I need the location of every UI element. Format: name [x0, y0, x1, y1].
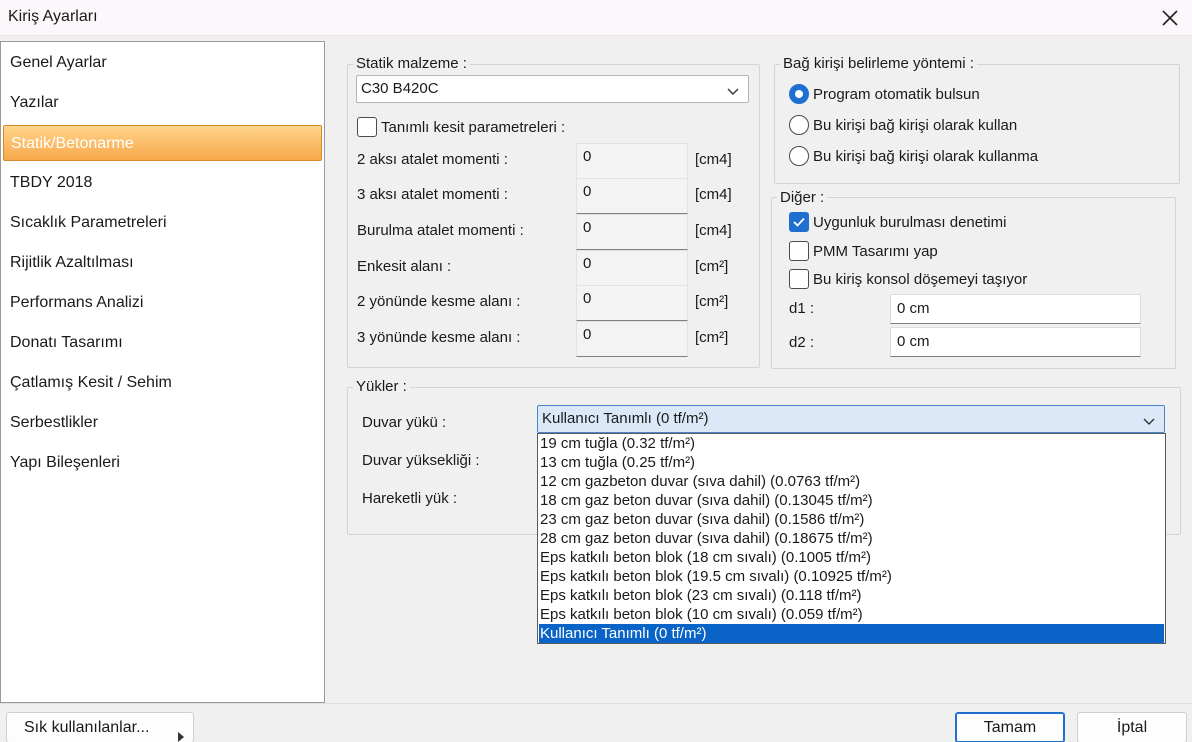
inertia-2-label: 2 aksı atalet momenti :	[357, 151, 508, 168]
footer-divider	[0, 703, 1192, 704]
duvar-yuku-value: Kullanıcı Tanımlı (0 tf/m²)	[542, 410, 709, 427]
uygunluk-burulmasi-checkbox[interactable]	[789, 212, 809, 232]
dropdown-option[interactable]: Eps katkılı beton blok (23 cm sıvalı) (0…	[539, 586, 1164, 605]
duvar-yuku-label: Duvar yükü :	[362, 414, 447, 431]
dropdown-option[interactable]: 12 cm gazbeton duvar (sıva dahil) (0.076…	[539, 472, 1164, 491]
d2-label: d2 :	[789, 334, 815, 351]
sidebar-item-statik-betonarme[interactable]: Statik/Betonarme	[3, 125, 322, 161]
shear-area-3-field[interactable]: 0	[576, 321, 688, 357]
chevron-down-icon	[726, 82, 740, 96]
radio-bag-kirisi-kullan[interactable]	[789, 115, 809, 135]
duvar-yuksekligi-label: Duvar yüksekliği :	[362, 452, 480, 469]
uygunluk-burulmasi-label: Uygunluk burulması denetimi	[813, 214, 1007, 231]
section-area-label: Enkesit alanı :	[357, 258, 452, 275]
statik-malzeme-legend: Statik malzeme :	[353, 55, 470, 72]
window-title: Kiriş Ayarları	[8, 8, 98, 25]
d1-field[interactable]: 0 cm	[890, 294, 1141, 324]
dropdown-option[interactable]: Eps katkılı beton blok (18 cm sıvalı) (0…	[539, 548, 1164, 567]
dropdown-option[interactable]: Eps katkılı beton blok (10 cm sıvalı) (0…	[539, 605, 1164, 624]
sidebar-item-yapi-bilesenleri[interactable]: Yapı Bileşenleri	[3, 445, 322, 481]
inertia-2-unit: [cm4]	[695, 151, 732, 168]
sidebar-item-catlamis-kesit-sehim[interactable]: Çatlamış Kesit / Sehim	[3, 365, 322, 401]
pmm-tasarimi-label: PMM Tasarımı yap	[813, 243, 938, 260]
dropdown-option[interactable]: 19 cm tuğla (0.32 tf/m²)	[539, 434, 1164, 453]
duvar-yuku-select[interactable]: Kullanıcı Tanımlı (0 tf/m²)	[537, 405, 1165, 433]
chevron-right-icon	[177, 723, 185, 742]
dropdown-option[interactable]: 23 cm gaz beton duvar (sıva dahil) (0.15…	[539, 510, 1164, 529]
material-value: C30 B420C	[361, 80, 439, 97]
radio-bag-kirisi-kullanma-label: Bu kirişi bağ kirişi olarak kullanma	[813, 148, 1039, 165]
inertia-2-field[interactable]: 0	[576, 143, 688, 179]
torsion-inertia-field[interactable]: 0	[576, 214, 688, 250]
torsion-inertia-unit: [cm4]	[695, 222, 732, 239]
material-select[interactable]: C30 B420C	[356, 75, 749, 103]
radio-program-otomatik-label: Program otomatik bulsun	[813, 86, 980, 103]
pmm-tasarimi-checkbox[interactable]	[789, 241, 809, 261]
sidebar-item-donati-tasarimi[interactable]: Donatı Tasarımı	[3, 325, 322, 361]
section-area-unit: [cm²]	[695, 258, 729, 275]
inertia-3-field[interactable]: 0	[576, 178, 688, 214]
dropdown-option[interactable]: Eps katkılı beton blok (19.5 cm sıvalı) …	[539, 567, 1164, 586]
shear-area-2-field[interactable]: 0	[576, 285, 688, 321]
shear-area-2-unit: [cm²]	[695, 293, 729, 310]
yukler-legend: Yükler :	[353, 378, 410, 395]
sidebar-item-rijitlik-azaltilmasi[interactable]: Rijitlik Azaltılması	[3, 245, 322, 281]
shear-area-3-label: 3 yönünde kesme alanı :	[357, 329, 521, 346]
settings-sidebar: Genel Ayarlar Yazılar Statik/Betonarme T…	[0, 41, 325, 703]
torsion-inertia-label: Burulma atalet momenti :	[357, 222, 524, 239]
section-area-field[interactable]: 0	[576, 250, 688, 286]
diger-legend: Diğer :	[777, 189, 828, 206]
title-bar: Kiriş Ayarları	[0, 0, 1192, 36]
radio-bag-kirisi-kullan-label: Bu kirişi bağ kirişi olarak kullan	[813, 117, 1018, 134]
inertia-3-unit: [cm4]	[695, 186, 732, 203]
custom-section-checkbox[interactable]	[357, 117, 377, 137]
sidebar-item-sicaklik-parametreleri[interactable]: Sıcaklık Parametreleri	[3, 205, 322, 241]
sidebar-item-tbdy-2018[interactable]: TBDY 2018	[3, 165, 322, 201]
sidebar-item-yazilar[interactable]: Yazılar	[3, 85, 322, 121]
duvar-yuku-dropdown-list: 19 cm tuğla (0.32 tf/m²) 13 cm tuğla (0.…	[537, 433, 1166, 644]
shear-area-3-unit: [cm²]	[695, 329, 729, 346]
dropdown-option[interactable]: 28 cm gaz beton duvar (sıva dahil) (0.18…	[539, 529, 1164, 548]
inertia-3-label: 3 aksı atalet momenti :	[357, 186, 508, 203]
sidebar-item-serbestlikler[interactable]: Serbestlikler	[3, 405, 322, 441]
favorites-label: Sık kullanılanlar...	[24, 719, 150, 736]
check-icon	[793, 217, 805, 227]
konsol-doseme-label: Bu kiriş konsol döşemeyi taşıyor	[813, 271, 1028, 288]
konsol-doseme-checkbox[interactable]	[789, 269, 809, 289]
sidebar-item-performans-analizi[interactable]: Performans Analizi	[3, 285, 322, 321]
cancel-button[interactable]: İptal	[1077, 712, 1187, 742]
radio-program-otomatik[interactable]	[789, 84, 809, 104]
custom-section-label: Tanımlı kesit parametreleri :	[381, 119, 566, 136]
hareketli-yuk-label: Hareketli yük :	[362, 490, 458, 507]
close-icon[interactable]	[1158, 6, 1182, 30]
d2-field[interactable]: 0 cm	[890, 327, 1141, 357]
dropdown-option[interactable]: 18 cm gaz beton duvar (sıva dahil) (0.13…	[539, 491, 1164, 510]
shear-area-2-label: 2 yönünde kesme alanı :	[357, 293, 521, 310]
sidebar-item-genel-ayarlar[interactable]: Genel Ayarlar	[3, 45, 322, 81]
ok-button[interactable]: Tamam	[955, 712, 1065, 742]
bag-kirisi-legend: Bağ kirişi belirleme yöntemi :	[780, 55, 977, 72]
statik-malzeme-group	[347, 64, 760, 368]
d1-label: d1 :	[789, 300, 815, 317]
chevron-down-icon	[1142, 412, 1156, 426]
radio-bag-kirisi-kullanma[interactable]	[789, 146, 809, 166]
favorites-button[interactable]: Sık kullanılanlar...	[6, 712, 194, 742]
dropdown-option[interactable]: 13 cm tuğla (0.25 tf/m²)	[539, 453, 1164, 472]
dropdown-option-selected[interactable]: Kullanıcı Tanımlı (0 tf/m²)	[539, 624, 1164, 643]
